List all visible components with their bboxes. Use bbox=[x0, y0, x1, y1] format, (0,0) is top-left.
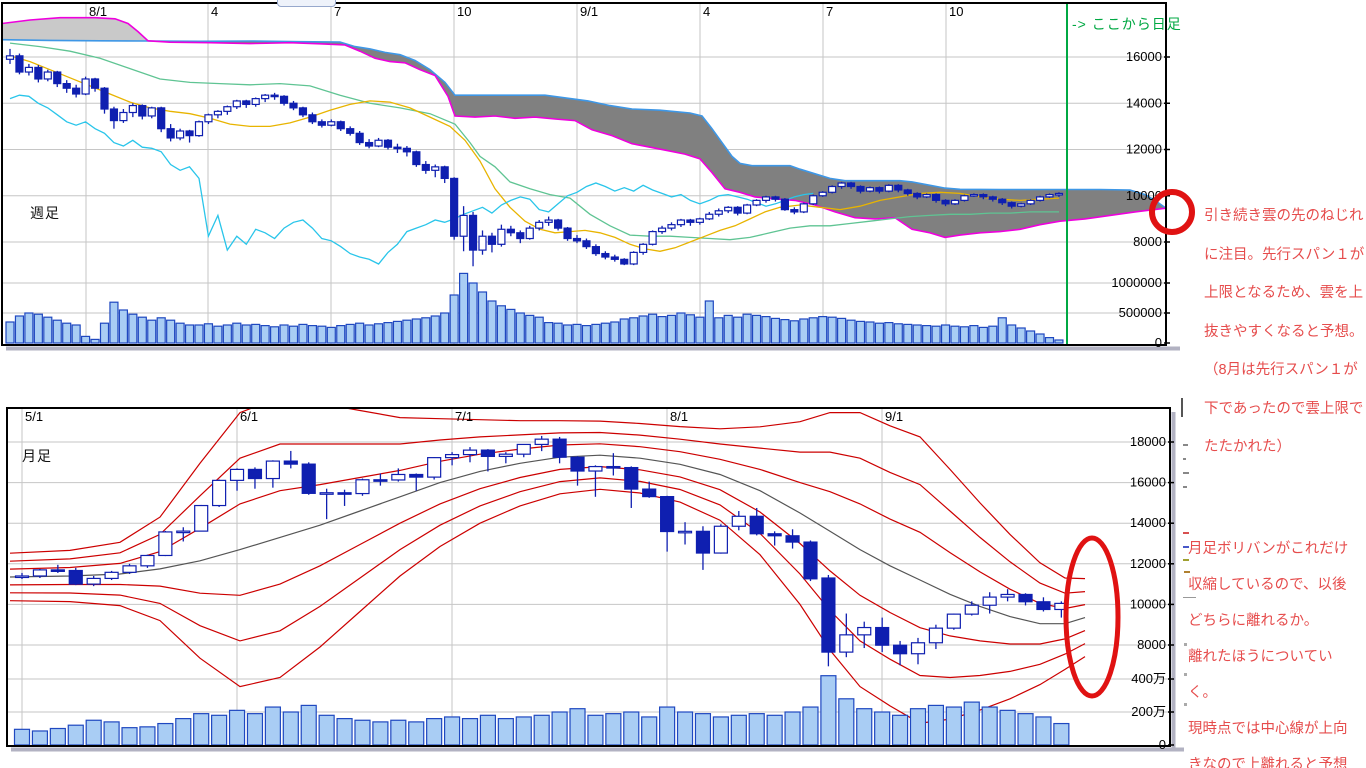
svg-text:18000: 18000 bbox=[1130, 434, 1166, 449]
svg-text:500000: 500000 bbox=[1119, 305, 1162, 320]
window-edge-fragment bbox=[1183, 444, 1188, 446]
週足-volume-bars bbox=[6, 273, 1063, 343]
svg-text:7: 7 bbox=[334, 4, 341, 19]
window-edge-fragment bbox=[1184, 643, 1187, 646]
svg-text:10: 10 bbox=[949, 4, 963, 19]
月足-axis-labels: 5/1 6/1 7/1 8/1 9/1 18000 16000 14000 12000 10000… bbox=[25, 409, 1174, 752]
chart-workspace: 8/1 4 7 10 9/1 4 7 10 16000 14000 12000 10000 8000 10… bbox=[0, 0, 1366, 768]
svg-text:12000: 12000 bbox=[1130, 556, 1166, 571]
window-edge-fragment bbox=[1184, 571, 1190, 573]
svg-text:6/1: 6/1 bbox=[240, 409, 258, 424]
svg-text:0: 0 bbox=[1155, 335, 1162, 350]
svg-text:8000: 8000 bbox=[1133, 234, 1162, 249]
週足-axis-labels: 8/147109/1471016000140001200010000800010… bbox=[89, 4, 1170, 350]
window-edge-fragment bbox=[1183, 546, 1189, 548]
月足-frame bbox=[7, 408, 1170, 746]
toolbar-button-fragment[interactable] bbox=[277, 0, 336, 7]
charts-canvas: 8/1 4 7 10 9/1 4 7 10 16000 14000 12000 10000 8000 10… bbox=[0, 0, 1366, 768]
svg-text:10000: 10000 bbox=[1130, 596, 1166, 611]
月足-candles bbox=[16, 436, 1068, 666]
window-edge-fragment bbox=[1184, 673, 1187, 676]
svg-text:7/1: 7/1 bbox=[455, 409, 473, 424]
daily-from-here-label: -> ここから日足 bbox=[1072, 14, 1182, 34]
weekly-chart-label: 週足 bbox=[30, 203, 60, 223]
月足-plot-area bbox=[7, 397, 1170, 746]
window-edge-fragment bbox=[1184, 703, 1187, 706]
clipped-window-edge bbox=[1181, 398, 1201, 768]
svg-text:8/1: 8/1 bbox=[89, 4, 107, 19]
svg-text:4: 4 bbox=[703, 4, 710, 19]
window-edge-fragment bbox=[1183, 597, 1196, 598]
週足-highlight-circle bbox=[1152, 192, 1192, 232]
weekly-annotation-note: 引き続き雲の先のねじれ に注目。先行スパン１が 上限となるため、雲を上 抜きやす… bbox=[1204, 197, 1366, 467]
svg-text:14000: 14000 bbox=[1126, 95, 1162, 110]
monthly-chart-label: 月足 bbox=[22, 446, 52, 466]
月足-highlight-circle bbox=[1066, 538, 1118, 696]
window-edge-fragment bbox=[1183, 559, 1189, 561]
svg-text:7: 7 bbox=[826, 4, 833, 19]
svg-text:400万: 400万 bbox=[1131, 671, 1166, 686]
window-edge-fragment bbox=[1183, 458, 1186, 460]
週足-frame bbox=[2, 3, 1166, 345]
svg-text:5/1: 5/1 bbox=[25, 409, 43, 424]
svg-text:12000: 12000 bbox=[1126, 142, 1162, 157]
svg-text:16000: 16000 bbox=[1126, 49, 1162, 64]
svg-text:1000000: 1000000 bbox=[1111, 275, 1162, 290]
svg-text:0: 0 bbox=[1159, 737, 1166, 752]
window-edge-fragment bbox=[1183, 532, 1189, 534]
monthly-annotation-note: 月足ボリバンがこれだけ 収縮しているので、以後 どちらに離れるか。 離れたほうに… bbox=[1188, 531, 1366, 768]
svg-text:10: 10 bbox=[457, 4, 471, 19]
window-edge-line bbox=[1181, 398, 1183, 417]
svg-text:8000: 8000 bbox=[1137, 637, 1166, 652]
window-edge-fragment bbox=[1183, 472, 1189, 474]
window-edge-fragment bbox=[1183, 486, 1187, 488]
svg-text:14000: 14000 bbox=[1130, 515, 1166, 530]
月足-volume-bars bbox=[15, 676, 1069, 745]
svg-text:16000: 16000 bbox=[1130, 475, 1166, 490]
svg-text:200万: 200万 bbox=[1131, 704, 1166, 719]
svg-text:8/1: 8/1 bbox=[670, 409, 688, 424]
週足-plot-area bbox=[2, 3, 1166, 345]
svg-text:9/1: 9/1 bbox=[580, 4, 598, 19]
svg-text:4: 4 bbox=[211, 4, 218, 19]
svg-text:9/1: 9/1 bbox=[885, 409, 903, 424]
